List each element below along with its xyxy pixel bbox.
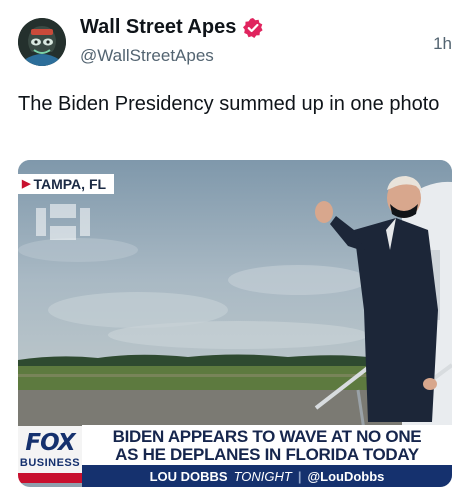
tweet-text: The Biden Presidency summed up in one ph… xyxy=(18,93,440,115)
chyron-banner: BIDEN APPEARS TO WAVE AT NO ONE AS HE DE… xyxy=(82,425,452,465)
network-sub-label: BUSINESS xyxy=(19,457,81,469)
chyron-line-2: AS HE DEPLANES IN FLORIDA TODAY xyxy=(115,445,419,464)
location-tag: ▶ TAMPA, FL xyxy=(18,174,115,194)
play-triangle-icon: ▶ xyxy=(22,178,31,190)
gorilla-avatar-icon xyxy=(18,18,66,66)
watermark-logo-icon xyxy=(36,204,90,240)
tweet-media-image[interactable]: ▶ TAMPA, FL FOX BUSINESS BIDEN APPEARS T… xyxy=(18,160,452,487)
location-label: TAMPA, FL xyxy=(33,176,107,192)
avatar[interactable] xyxy=(18,18,66,66)
author-display-name[interactable]: Wall Street Apes xyxy=(80,16,236,39)
verified-badge-icon xyxy=(243,17,263,38)
show-name: LOU DOBBS xyxy=(149,468,228,484)
chyron-line-1: BIDEN APPEARS TO WAVE AT NO ONE xyxy=(112,427,422,446)
show-suffix: TONIGHT xyxy=(233,468,292,484)
author-name-row: Wall Street Apes xyxy=(80,16,264,39)
author-handle[interactable]: @WallStreetApes xyxy=(80,46,214,66)
network-logo-stripe xyxy=(18,473,82,483)
tweet-timestamp[interactable]: 1h xyxy=(433,34,452,54)
network-logo: FOX xyxy=(25,430,75,456)
show-ticker: LOU DOBBS TONIGHT | @LouDobbs xyxy=(82,465,452,487)
ticker-separator: | xyxy=(297,468,302,484)
show-handle: @LouDobbs xyxy=(307,468,385,484)
